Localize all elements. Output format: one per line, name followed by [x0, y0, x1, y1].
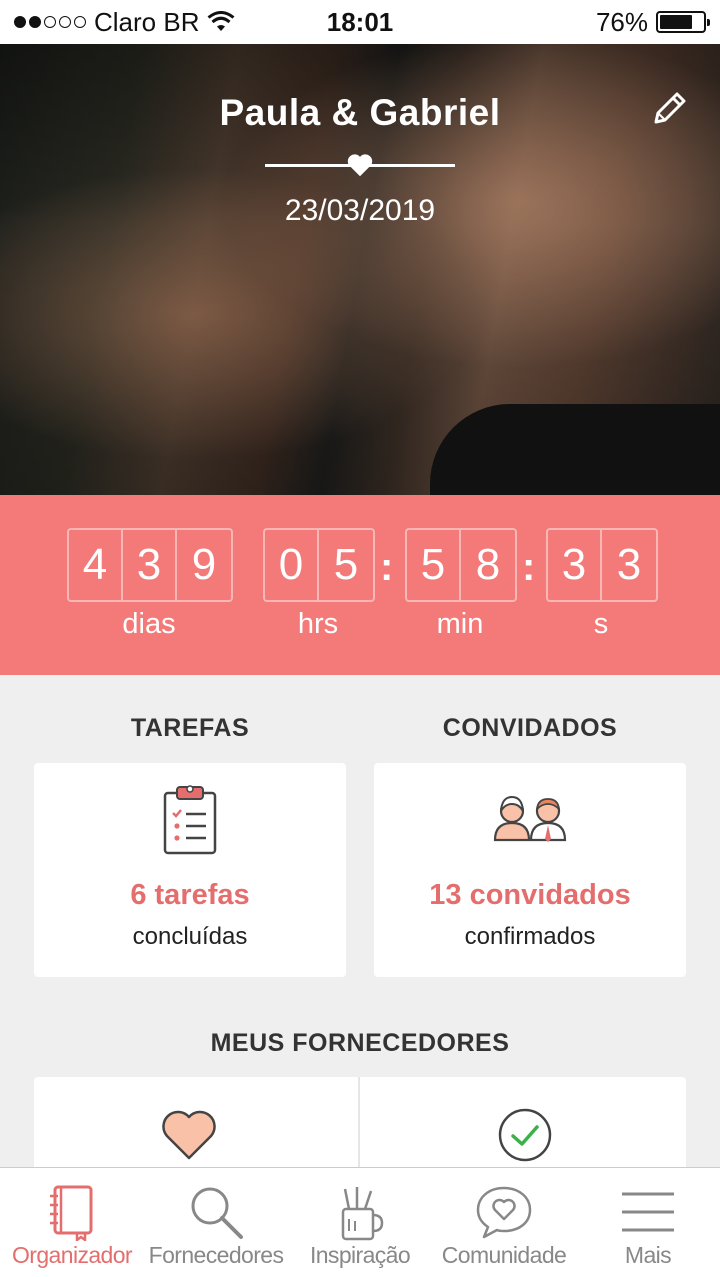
status-bar: Claro BR 18:01 76%: [0, 0, 720, 44]
days-digit: 3: [123, 530, 177, 600]
tab-organizador[interactable]: Organizador: [0, 1168, 144, 1277]
minutes-digit: 5: [407, 530, 461, 600]
signal-strength-icon: [14, 16, 86, 28]
minutes-label: min: [436, 608, 484, 640]
seconds-digit: 3: [616, 540, 642, 589]
tasks-count: 6 tarefas: [130, 879, 250, 911]
tab-comunidade[interactable]: Comunidade: [432, 1168, 576, 1277]
countdown-minutes: 5 8: [405, 528, 517, 602]
tab-fornecedores[interactable]: Fornecedores: [144, 1168, 288, 1277]
pencil-cup-icon: [341, 1187, 384, 1241]
tasks-subtitle: concluídas: [132, 923, 248, 950]
clipboard-checklist-icon: [163, 785, 217, 855]
tab-label: Organizador: [12, 1242, 133, 1268]
edit-pencil-icon[interactable]: [650, 88, 690, 128]
chat-heart-icon: [476, 1186, 532, 1239]
heart-icon: [162, 1110, 216, 1160]
couple-names: Paula & Gabriel: [219, 92, 501, 133]
time-separator: :: [522, 545, 536, 589]
seconds-digit: 3: [548, 530, 602, 600]
battery-icon: [656, 11, 710, 33]
tab-inspiracao[interactable]: Inspiração: [288, 1168, 432, 1277]
photo-detail: [430, 404, 720, 495]
tab-label: Mais: [624, 1242, 672, 1268]
heart-icon: [347, 154, 373, 177]
bottom-tab-bar: Organizador Fornecedores Inspiração Comu…: [0, 1167, 720, 1277]
minutes-digit: 8: [475, 540, 501, 589]
couple-photo-header: Paula & Gabriel 23/03/2019: [0, 44, 720, 495]
status-left: Claro BR: [14, 7, 235, 38]
countdown-seconds: 3 3: [546, 528, 658, 602]
notebook-icon: [50, 1185, 93, 1241]
tab-label: Fornecedores: [148, 1242, 284, 1268]
carrier-name: Claro BR: [94, 6, 200, 37]
tab-label: Inspiração: [309, 1242, 411, 1268]
time-separator: :: [380, 545, 394, 589]
wedding-countdown: 4 3 9 0 5 : 5 8 : 3 3 dias hrs min s: [0, 495, 720, 675]
countdown-days: 4 3 9: [67, 528, 233, 602]
wedding-date: 23/03/2019: [284, 194, 436, 227]
guests-title: CONVIDADOS: [442, 714, 618, 742]
vendors-title: MEUS FORNECEDORES: [210, 1029, 510, 1057]
guests-couple-icon: [493, 795, 567, 842]
hours-label: hrs: [297, 608, 339, 640]
wifi-icon: [208, 11, 235, 31]
guests-subtitle: confirmados: [464, 923, 596, 950]
guests-card[interactable]: 13 convidados confirmados: [374, 763, 686, 977]
seconds-label: s: [593, 608, 609, 640]
hours-digit: 0: [265, 530, 319, 600]
tab-label: Comunidade: [441, 1242, 567, 1268]
tab-mais[interactable]: Mais: [576, 1168, 720, 1277]
days-label: dias: [122, 608, 176, 640]
days-digit: 9: [191, 540, 217, 589]
battery-percent: 76%: [595, 6, 648, 37]
status-right: 76%: [595, 6, 710, 38]
search-icon: [191, 1187, 243, 1239]
tasks-card[interactable]: 6 tarefas concluídas: [34, 763, 346, 977]
check-circle-icon: [498, 1108, 552, 1162]
tasks-title: TAREFAS: [130, 714, 250, 742]
menu-icon: [622, 1192, 674, 1232]
guests-count: 13 convidados: [429, 879, 631, 911]
days-digit: 4: [69, 530, 123, 600]
hours-digit: 5: [333, 540, 359, 589]
countdown-hours: 0 5: [263, 528, 375, 602]
